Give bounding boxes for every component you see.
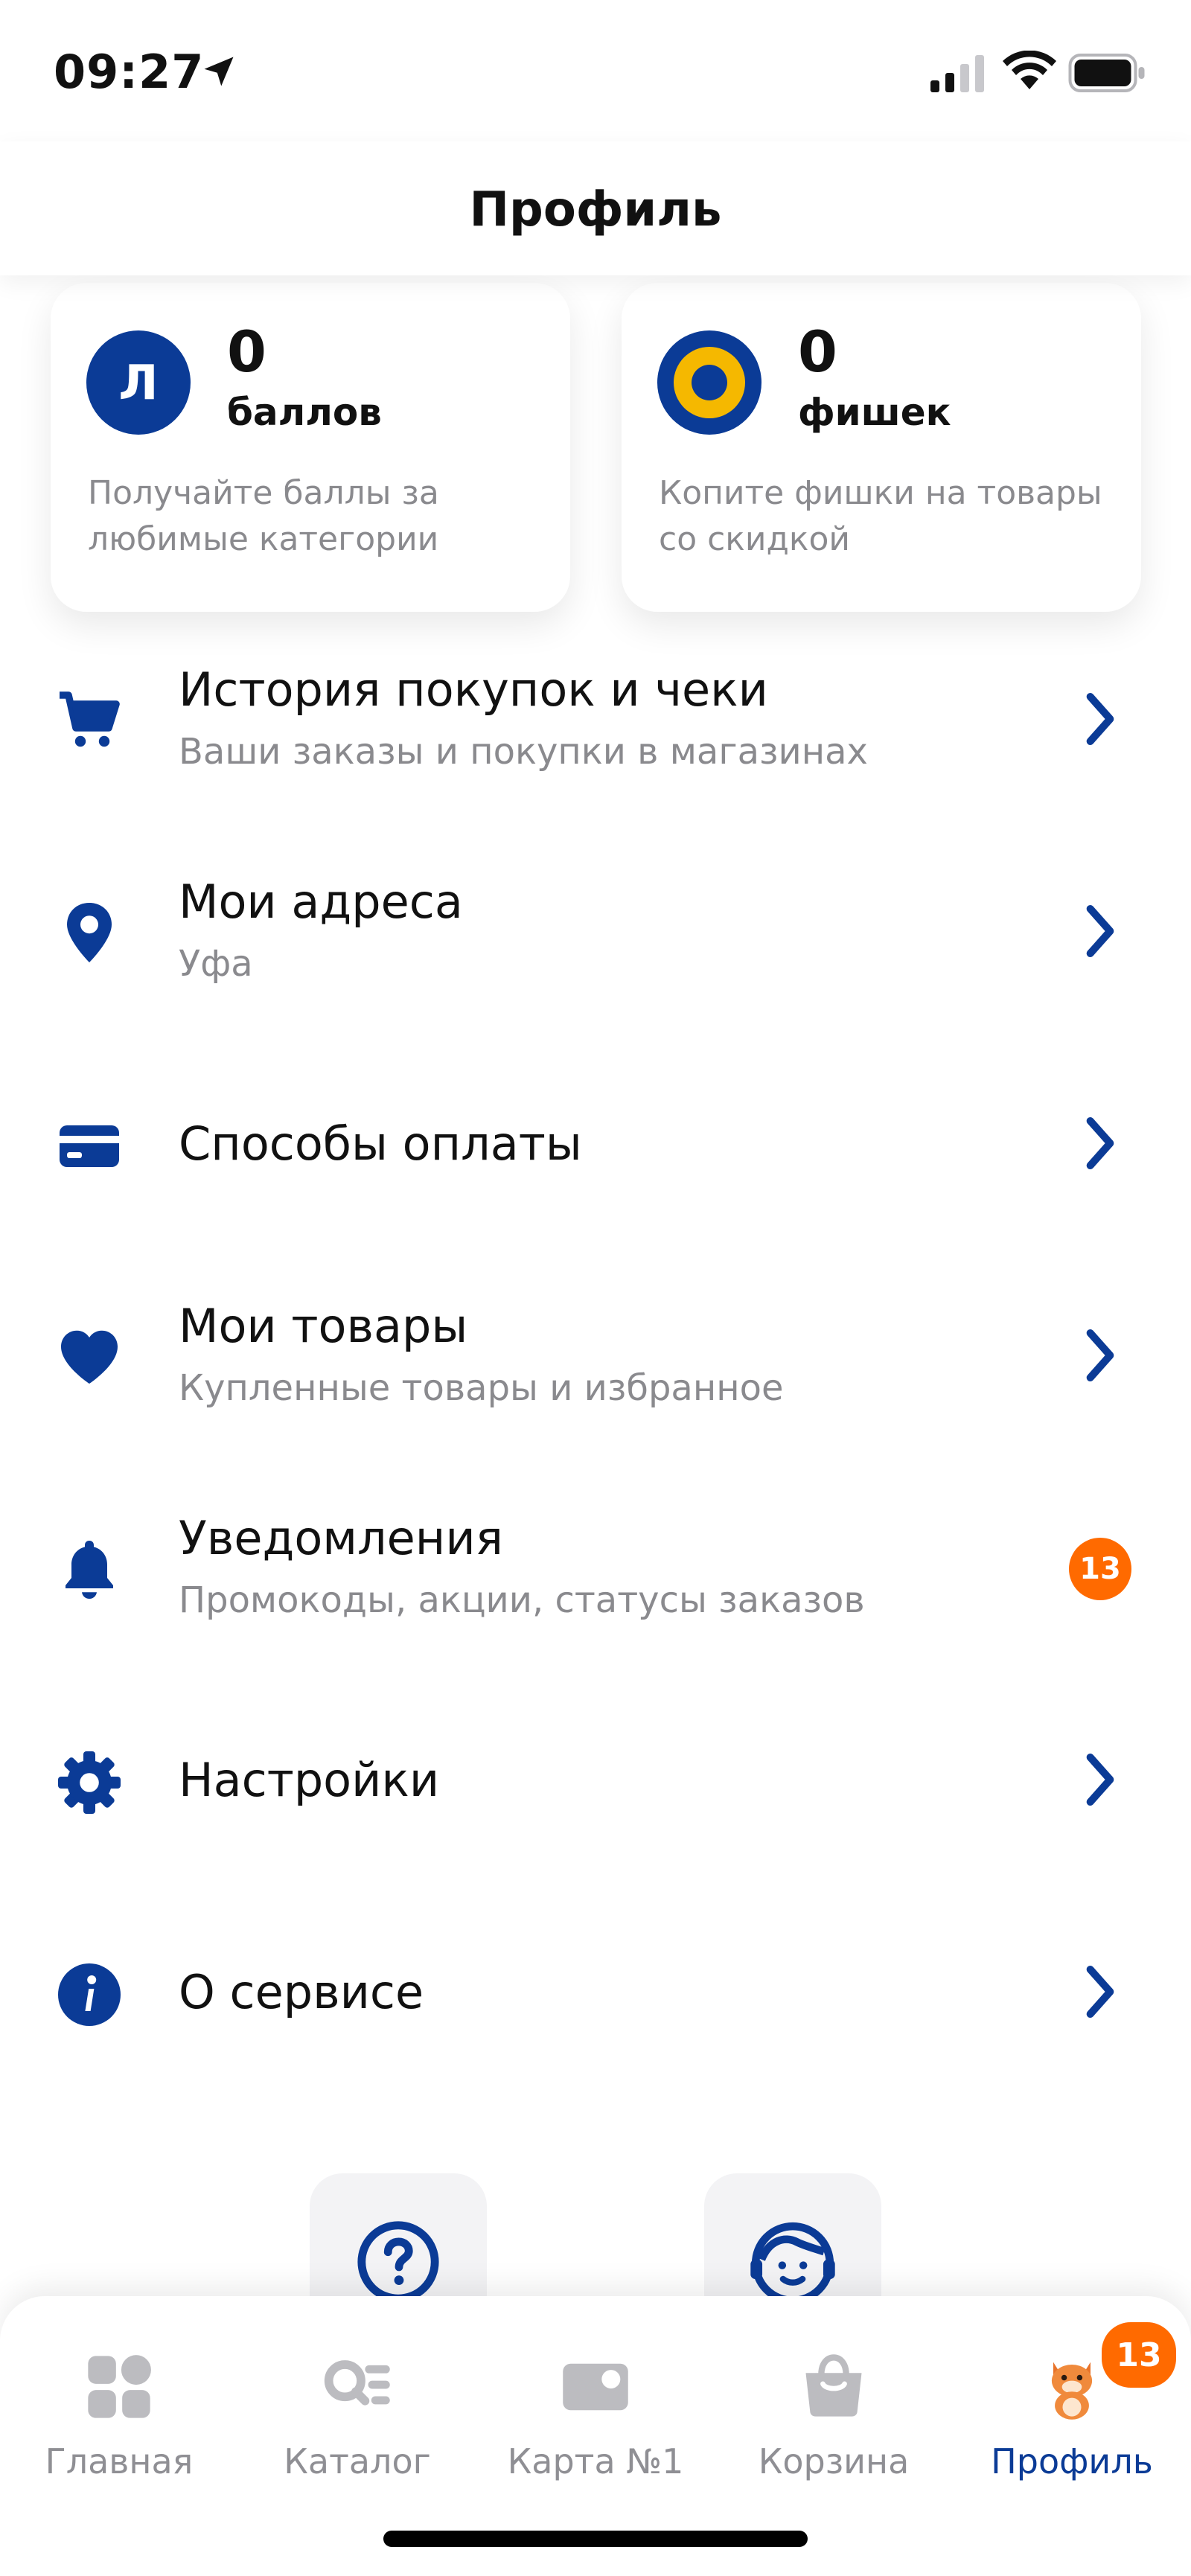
tab-basket[interactable]: Корзина xyxy=(715,2326,953,2497)
notifications-badge: 13 xyxy=(1069,1538,1131,1600)
catalog-search-icon xyxy=(324,2360,390,2406)
chevron-right-icon xyxy=(1086,693,1114,745)
chips-description: Копите фишки на товары со скидкой xyxy=(659,474,1102,558)
tab-label: Карта №1 xyxy=(507,2441,684,2481)
menu-title: О сервисе xyxy=(179,1965,424,2019)
tab-loyalty-card[interactable]: Карта №1 xyxy=(476,2326,715,2497)
menu-subtitle: Уфа xyxy=(179,943,253,985)
chips-card[interactable]: 0 фишек Копите фишки на товары со скидко… xyxy=(622,283,1141,612)
menu-title: Мои товары xyxy=(179,1299,468,1353)
bell-icon xyxy=(66,1541,113,1599)
menu-item-addresses[interactable]: Мои адреса Уфа xyxy=(0,845,1191,1023)
chevron-right-icon xyxy=(1086,1329,1114,1381)
status-time: 09:27 xyxy=(54,45,205,99)
menu-subtitle: Купленные товары и избранное xyxy=(179,1367,784,1409)
home-grid-icon xyxy=(88,2355,151,2418)
heart-icon xyxy=(61,1330,118,1384)
menu-item-notifications[interactable]: Уведомления Промокоды, акции, статусы за… xyxy=(0,1481,1191,1660)
tab-label: Профиль xyxy=(991,2441,1153,2481)
basket-icon xyxy=(805,2354,862,2417)
cart-icon xyxy=(60,691,120,747)
menu-title: Мои адреса xyxy=(179,875,463,929)
menu-subtitle: Ваши заказы и покупки в магазинах xyxy=(179,731,868,773)
gear-icon xyxy=(58,1751,121,1814)
profile-tab-badge: 13 xyxy=(1098,2318,1180,2391)
menu-item-purchase-history[interactable]: История покупок и чеки Ваши заказы и пок… xyxy=(0,633,1191,811)
points-value: 0 xyxy=(227,319,266,385)
chevron-right-icon xyxy=(1086,1117,1114,1169)
points-icon: Л xyxy=(86,330,191,435)
page-title: Профиль xyxy=(469,182,722,237)
chips-unit: фишек xyxy=(798,391,951,434)
points-card[interactable]: Л 0 баллов Получайте баллы за любимые ка… xyxy=(51,283,570,612)
chips-value: 0 xyxy=(798,319,837,385)
chips-icon xyxy=(657,330,761,435)
location-arrow-icon xyxy=(204,57,234,86)
menu-title: Способы оплаты xyxy=(179,1116,582,1171)
cellular-signal-icon xyxy=(930,55,984,92)
points-description: Получайте баллы за любимые категории xyxy=(88,474,439,558)
points-icon-letter: Л xyxy=(118,356,158,411)
wifi-icon xyxy=(1003,51,1056,89)
menu-item-payment-methods[interactable]: Способы оплаты xyxy=(0,1057,1191,1236)
question-icon xyxy=(357,2221,439,2303)
tab-home[interactable]: Главная xyxy=(0,2326,238,2497)
menu-title: Настройки xyxy=(179,1753,440,1807)
status-bar: 09:27 xyxy=(0,0,1191,141)
credit-card-icon xyxy=(60,1125,119,1167)
tab-catalog[interactable]: Каталог xyxy=(238,2326,476,2497)
home-indicator xyxy=(383,2531,808,2547)
points-unit: баллов xyxy=(227,391,382,434)
chevron-right-icon xyxy=(1086,905,1114,957)
menu-title: История покупок и чеки xyxy=(179,662,768,717)
tab-label: Главная xyxy=(45,2441,194,2481)
tab-label: Корзина xyxy=(758,2441,910,2481)
chevron-right-icon xyxy=(1086,1754,1114,1806)
menu-item-my-products[interactable]: Мои товары Купленные товары и избранное xyxy=(0,1269,1191,1448)
info-icon xyxy=(58,1963,121,2026)
battery-icon xyxy=(1068,54,1145,92)
menu-item-about[interactable]: О сервисе xyxy=(0,1905,1191,2084)
location-pin-icon xyxy=(67,903,112,962)
menu-item-settings[interactable]: Настройки xyxy=(0,1693,1191,1872)
chevron-right-icon xyxy=(1086,1966,1114,2018)
tab-label: Каталог xyxy=(284,2441,431,2481)
loyalty-card-icon xyxy=(563,2363,628,2411)
menu-title: Уведомления xyxy=(179,1511,503,1565)
menu-subtitle: Промокоды, акции, статусы заказов xyxy=(179,1579,865,1621)
page-header: Профиль xyxy=(0,141,1191,275)
